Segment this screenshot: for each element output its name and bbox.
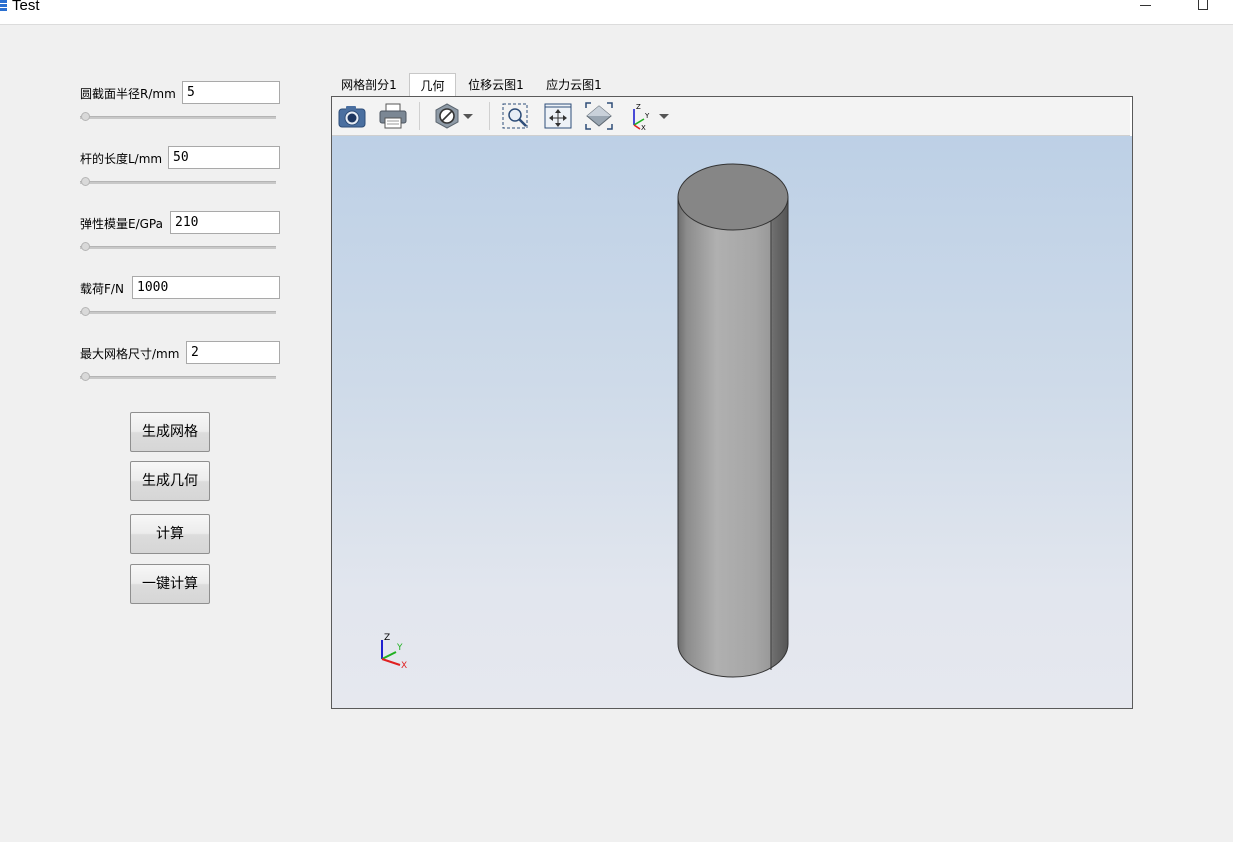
load-label: 载荷F/N [80,282,124,296]
axes-triad: Z Y X [381,633,407,670]
x-axis-label: X [401,661,407,670]
tab-mesh[interactable]: 网格剖分1 [334,73,404,97]
radius-slider-handle[interactable] [81,112,90,121]
maximize-button[interactable] [1198,0,1208,10]
viewer-panel: Z Y X Z Y X [331,96,1133,709]
svg-text:Z: Z [636,103,641,111]
svg-text:X: X [641,124,646,131]
pan-icon[interactable] [543,101,573,131]
axes-orientation-icon[interactable]: Z Y X [626,101,656,131]
z-axis-label: Z [384,633,390,643]
window-titlebar: Test [0,0,1233,25]
viewer-toolbar: Z Y X [332,97,1130,136]
cylinder-model [677,163,789,678]
toolbar-separator [419,102,420,130]
tab-geometry[interactable]: 几何 [409,73,456,97]
chevron-down-icon[interactable] [656,101,672,131]
modulus-input[interactable]: 210 [170,211,280,234]
modulus-slider-handle[interactable] [81,242,90,251]
render-mode-icon[interactable] [432,101,462,131]
load-input[interactable]: 1000 [132,276,280,299]
chevron-down-icon[interactable] [460,101,476,131]
modulus-label: 弹性模量E/GPa [80,217,163,231]
fit-view-icon[interactable] [584,101,614,131]
load-slider-handle[interactable] [81,307,90,316]
length-slider-track[interactable] [80,181,276,184]
modulus-slider-track[interactable] [80,246,276,249]
generate-mesh-button[interactable]: 生成网格 [130,412,210,452]
radius-label: 圆截面半径R/mm [80,87,176,101]
app-icon [0,0,7,11]
compute-button[interactable]: 计算 [130,514,210,554]
svg-text:Y: Y [644,112,650,120]
toolbar-separator [489,102,490,130]
tab-displacement[interactable]: 位移云图1 [462,73,530,97]
print-icon[interactable] [378,101,408,131]
one-click-compute-button[interactable]: 一键计算 [130,564,210,604]
length-label: 杆的长度L/mm [80,152,163,166]
radius-slider-track[interactable] [80,116,276,119]
mesh-size-input[interactable]: 2 [186,341,280,364]
load-slider-track[interactable] [80,311,276,314]
length-input[interactable]: 50 [168,146,280,169]
radius-input[interactable]: 5 [182,81,280,104]
camera-icon[interactable] [337,101,367,131]
zoom-box-icon[interactable] [501,101,531,131]
3d-viewport[interactable]: Z Y X [332,136,1132,708]
mesh-size-slider-handle[interactable] [81,372,90,381]
length-slider-handle[interactable] [81,177,90,186]
mesh-size-slider-track[interactable] [80,376,276,379]
mesh-size-label: 最大网格尺寸/mm [80,347,180,361]
tab-stress[interactable]: 应力云图1 [540,73,608,97]
generate-geometry-button[interactable]: 生成几何 [130,461,210,501]
minimize-button[interactable] [1140,5,1151,6]
window-title: Test [12,0,40,14]
y-axis-label: Y [396,643,403,653]
